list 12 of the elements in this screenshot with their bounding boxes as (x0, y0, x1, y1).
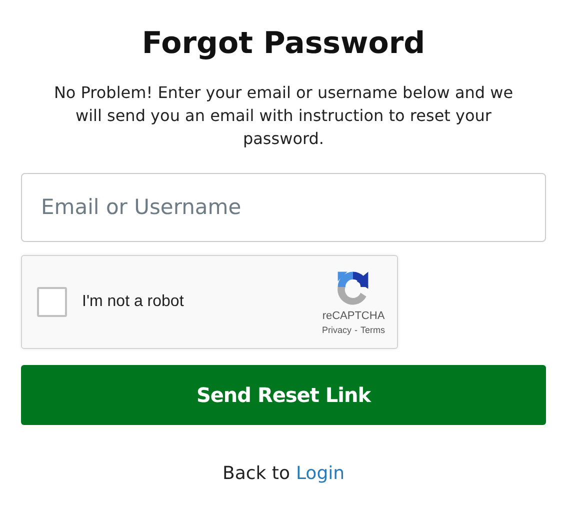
send-reset-link-button[interactable]: Send Reset Link (21, 364, 546, 425)
email-field[interactable]: Email or Username (21, 172, 546, 242)
separator-text: - (354, 325, 358, 336)
privacy-link[interactable]: Privacy (322, 325, 352, 336)
terms-link[interactable]: Terms (360, 325, 385, 336)
instructions-text: No Problem! Enter your email or username below and we will send you an email with instruction to reset your password. (52, 82, 514, 150)
login-link[interactable]: Login (296, 462, 345, 484)
page-title: Forgot Password (142, 26, 426, 61)
captcha-checkbox[interactable] (37, 286, 67, 317)
back-to-text: Back to (222, 462, 290, 484)
captcha-brand-text: reCAPTCHA (322, 310, 385, 322)
captcha-label: I'm not a robot (82, 292, 185, 311)
